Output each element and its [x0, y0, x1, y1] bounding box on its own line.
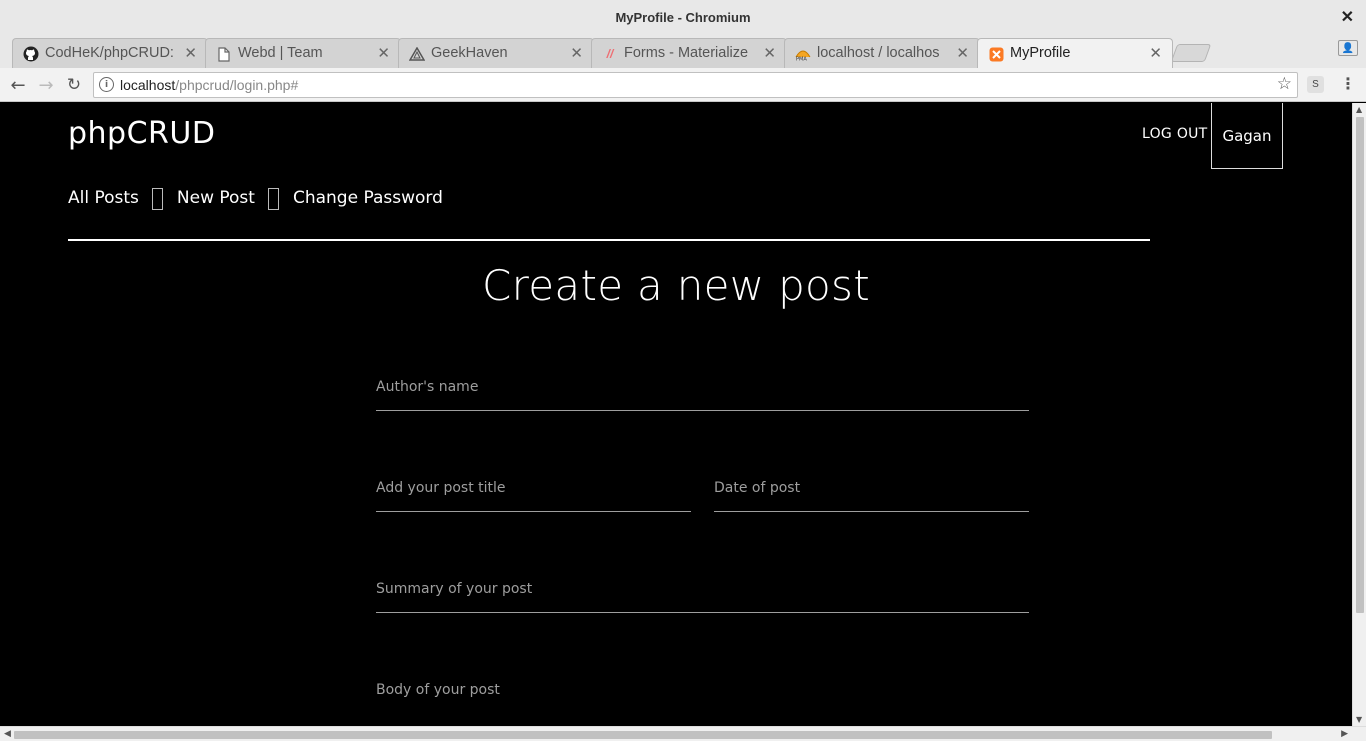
- info-icon[interactable]: i: [99, 77, 114, 92]
- user-name: Gagan: [1222, 126, 1272, 145]
- input-underline: [376, 410, 1029, 411]
- input-underline: [376, 612, 1029, 613]
- tab-close-icon[interactable]: ✕: [184, 44, 197, 62]
- tab-label: CodHeK/phpCRUD:: [45, 45, 173, 61]
- page-title: Create a new post: [482, 261, 870, 310]
- author-name-label: Author's name: [376, 379, 479, 395]
- address-bar[interactable]: i localhost/phpcrud/login.php# ☆: [93, 72, 1298, 98]
- tab-myprofile[interactable]: MyProfile ✕: [977, 38, 1173, 68]
- summary-field[interactable]: Summary of your post: [376, 581, 1029, 613]
- nav-separator: [267, 188, 279, 210]
- subnav-divider: [68, 239, 1150, 241]
- nav-separator: [151, 188, 163, 210]
- phpmyadmin-icon: PMA: [795, 46, 811, 62]
- brand-logo[interactable]: phpCRUD: [68, 116, 215, 151]
- svg-text:PMA: PMA: [796, 57, 807, 62]
- scroll-right-arrow-icon[interactable]: ▶: [1341, 729, 1348, 739]
- body-label: Body of your post: [376, 682, 500, 698]
- user-name-button[interactable]: Gagan: [1211, 103, 1283, 169]
- scroll-up-arrow-icon[interactable]: ▲: [1356, 105, 1362, 114]
- url-text[interactable]: localhost/phpcrud/login.php#: [120, 77, 298, 93]
- vertical-scroll-thumb[interactable]: [1356, 117, 1364, 613]
- tab-label: GeekHaven: [431, 45, 508, 61]
- tab-close-icon[interactable]: ✕: [570, 44, 583, 62]
- post-title-field[interactable]: Add your post title: [376, 480, 691, 512]
- page-icon: [216, 46, 232, 62]
- tab-geekhaven[interactable]: GeekHaven ✕: [398, 38, 594, 68]
- page-viewport: phpCRUD LOG OUT Gagan All Posts New Post…: [0, 103, 1352, 726]
- author-name-field[interactable]: Author's name: [376, 379, 1029, 411]
- browser-toolbar: ← → ↻ i localhost/phpcrud/login.php# ☆ S…: [0, 68, 1366, 102]
- tab-label: Webd | Team: [238, 45, 323, 61]
- back-arrow-icon[interactable]: ←: [7, 74, 29, 96]
- tab-codhek-phpcrud[interactable]: CodHeK/phpCRUD: ✕: [12, 38, 208, 68]
- summary-label: Summary of your post: [376, 581, 533, 597]
- subnav: All Posts New Post Change Password: [68, 187, 443, 210]
- tab-label: localhost / localhos: [817, 45, 940, 61]
- horizontal-scrollbar[interactable]: ◀ ▶: [0, 726, 1366, 741]
- new-tab-button[interactable]: [1170, 44, 1212, 62]
- window-title: MyProfile - Chromium: [615, 10, 751, 25]
- browser-menu-icon[interactable]: ⋮: [1340, 74, 1356, 93]
- vertical-scrollbar[interactable]: ▲ ▼: [1352, 103, 1366, 726]
- profile-icon[interactable]: 👤: [1338, 40, 1358, 56]
- nav-all-posts[interactable]: All Posts: [68, 188, 139, 208]
- tab-close-icon[interactable]: ✕: [1149, 44, 1162, 62]
- tab-label: MyProfile: [1010, 45, 1071, 61]
- reload-icon[interactable]: ↻: [63, 74, 85, 96]
- nav-change-password[interactable]: Change Password: [293, 188, 443, 208]
- scroll-left-arrow-icon[interactable]: ◀: [4, 729, 11, 739]
- url-host: localhost: [120, 77, 176, 93]
- window-titlebar: MyProfile - Chromium ✕: [0, 0, 1366, 36]
- url-path: /phpcrud/login.php#: [175, 77, 299, 93]
- xampp-icon: [988, 46, 1004, 62]
- tab-close-icon[interactable]: ✕: [763, 44, 776, 62]
- body-field[interactable]: Body of your post: [376, 682, 1029, 714]
- extension-icon[interactable]: S: [1307, 76, 1324, 93]
- forward-arrow-icon[interactable]: →: [35, 74, 57, 96]
- input-underline: [376, 511, 691, 512]
- tab-close-icon[interactable]: ✕: [377, 44, 390, 62]
- tab-webd-team[interactable]: Webd | Team ✕: [205, 38, 401, 68]
- nav-new-post[interactable]: New Post: [177, 188, 255, 208]
- tab-forms-materialize[interactable]: // Forms - Materialize ✕: [591, 38, 787, 68]
- post-title-label: Add your post title: [376, 480, 506, 496]
- horizontal-scroll-thumb[interactable]: [14, 731, 1272, 739]
- tab-close-icon[interactable]: ✕: [956, 44, 969, 62]
- tab-label: Forms - Materialize: [624, 45, 749, 61]
- date-of-post-label: Date of post: [714, 480, 801, 496]
- date-of-post-field[interactable]: Date of post: [714, 480, 1029, 512]
- bookmark-star-icon[interactable]: ☆: [1277, 74, 1292, 94]
- tab-phpmyadmin[interactable]: PMA localhost / localhos ✕: [784, 38, 980, 68]
- geekhaven-icon: [409, 46, 425, 62]
- logout-link[interactable]: LOG OUT: [1142, 126, 1208, 142]
- window-close-icon[interactable]: ✕: [1341, 0, 1354, 36]
- materialize-icon: //: [606, 47, 614, 61]
- input-underline: [714, 511, 1029, 512]
- tab-strip: CodHeK/phpCRUD: ✕ Webd | Team ✕ GeekHave…: [0, 36, 1366, 68]
- github-icon: [23, 46, 39, 62]
- scroll-down-arrow-icon[interactable]: ▼: [1356, 715, 1362, 724]
